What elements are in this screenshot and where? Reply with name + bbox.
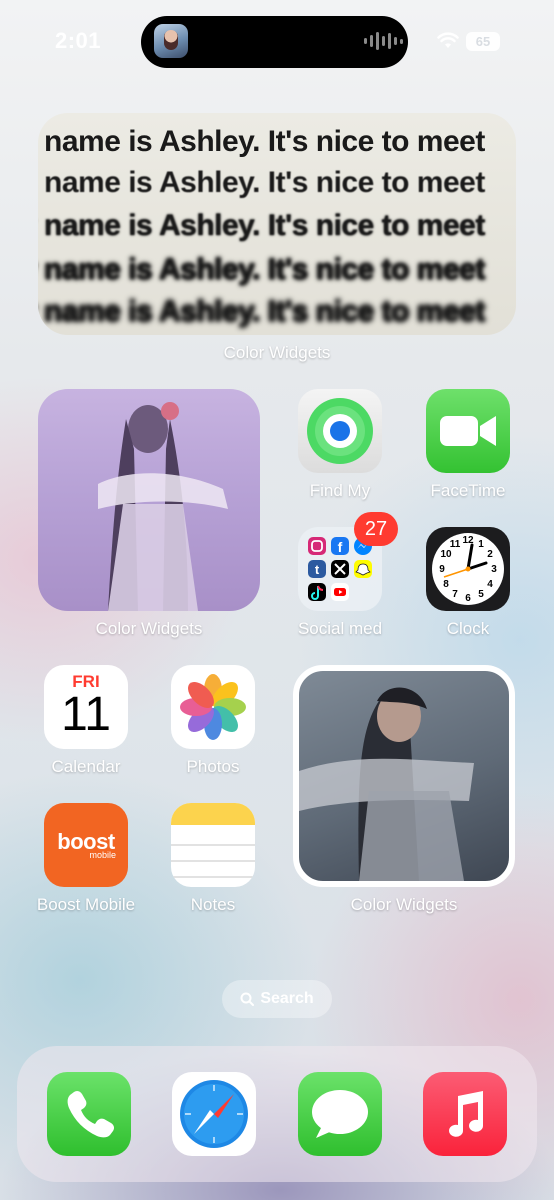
spotlight-search-button[interactable]: Search bbox=[222, 980, 332, 1018]
svg-text:2: 2 bbox=[487, 549, 493, 560]
app-label: Social med bbox=[297, 619, 383, 638]
app-notes[interactable] bbox=[171, 803, 255, 887]
app-boost-mobile[interactable]: boost mobile bbox=[44, 803, 128, 887]
widget-text-line: y name is Ashley. It's nice to meet bbox=[38, 295, 485, 328]
boost-logo-subtext: mobile bbox=[89, 850, 116, 860]
app-find-my[interactable] bbox=[298, 389, 382, 473]
app-label: Calendar bbox=[51, 757, 121, 776]
app-label: Find My bbox=[309, 481, 371, 500]
safari-icon bbox=[180, 1080, 248, 1148]
dock-app-phone[interactable] bbox=[47, 1072, 131, 1156]
dock-app-safari[interactable] bbox=[172, 1072, 256, 1156]
svg-text:6: 6 bbox=[465, 593, 471, 604]
svg-text:5: 5 bbox=[478, 589, 484, 600]
svg-text:4: 4 bbox=[487, 579, 493, 590]
app-label: Boost Mobile bbox=[36, 895, 136, 914]
messages-icon bbox=[312, 1090, 368, 1138]
app-label: Photos bbox=[186, 757, 240, 776]
widget-label: Color Widgets bbox=[95, 619, 203, 638]
svg-text:f: f bbox=[338, 539, 343, 555]
photo-image bbox=[98, 402, 228, 611]
svg-text:9: 9 bbox=[439, 564, 445, 575]
now-playing-artwork[interactable] bbox=[154, 24, 188, 58]
app-label: Notes bbox=[190, 895, 236, 914]
notes-icon bbox=[171, 803, 255, 878]
app-facetime[interactable] bbox=[426, 389, 510, 473]
app-clock[interactable]: 12 1 2 345 678 9 10 11 bbox=[426, 527, 510, 611]
music-note-icon bbox=[449, 1091, 483, 1137]
find-my-icon bbox=[307, 398, 373, 464]
widget-label: Color Widgets bbox=[350, 895, 458, 914]
photo-widget[interactable] bbox=[38, 389, 260, 611]
svg-text:11: 11 bbox=[450, 539, 461, 550]
notification-badge: 27 bbox=[354, 512, 398, 546]
widget-label: Color Widgets bbox=[223, 343, 331, 362]
svg-text:7: 7 bbox=[452, 589, 458, 600]
search-icon bbox=[240, 992, 255, 1006]
app-label: Clock bbox=[446, 619, 490, 638]
search-label: Search bbox=[260, 990, 314, 1007]
status-time: 2:01 bbox=[55, 28, 102, 53]
photos-flower-icon bbox=[180, 674, 246, 740]
clock-icon: 12 12 345 678 91011 bbox=[432, 533, 504, 605]
app-calendar[interactable]: FRI 11 bbox=[44, 665, 128, 749]
svg-text:3: 3 bbox=[491, 564, 497, 575]
wifi-icon bbox=[437, 32, 459, 48]
battery-indicator: 65 bbox=[466, 32, 500, 51]
widget-text-line: y name is Ashley. It's nice to meet bbox=[38, 253, 485, 286]
photo-widget[interactable] bbox=[293, 665, 515, 887]
app-label: FaceTime bbox=[430, 481, 506, 500]
widget-text-line: y name is Ashley. It's nice to meet bbox=[38, 209, 485, 242]
text-widget[interactable]: y name is Ashley. It's nice to meet y na… bbox=[38, 113, 516, 335]
app-photos[interactable] bbox=[171, 665, 255, 749]
svg-text:1: 1 bbox=[478, 539, 484, 550]
calendar-date: 11 bbox=[61, 688, 111, 741]
svg-text:8: 8 bbox=[443, 579, 449, 590]
video-camera-icon bbox=[440, 416, 496, 446]
widget-text-line: y name is Ashley. It's nice to meet bbox=[38, 125, 485, 158]
svg-text:10: 10 bbox=[440, 549, 452, 560]
photo-image bbox=[299, 687, 474, 881]
svg-text:t: t bbox=[315, 562, 320, 577]
widget-text-line: y name is Ashley. It's nice to meet bbox=[38, 166, 485, 199]
dock-app-messages[interactable] bbox=[298, 1072, 382, 1156]
phone-icon bbox=[67, 1090, 115, 1138]
dock-app-music[interactable] bbox=[423, 1072, 507, 1156]
audio-waveform-icon bbox=[364, 30, 403, 52]
